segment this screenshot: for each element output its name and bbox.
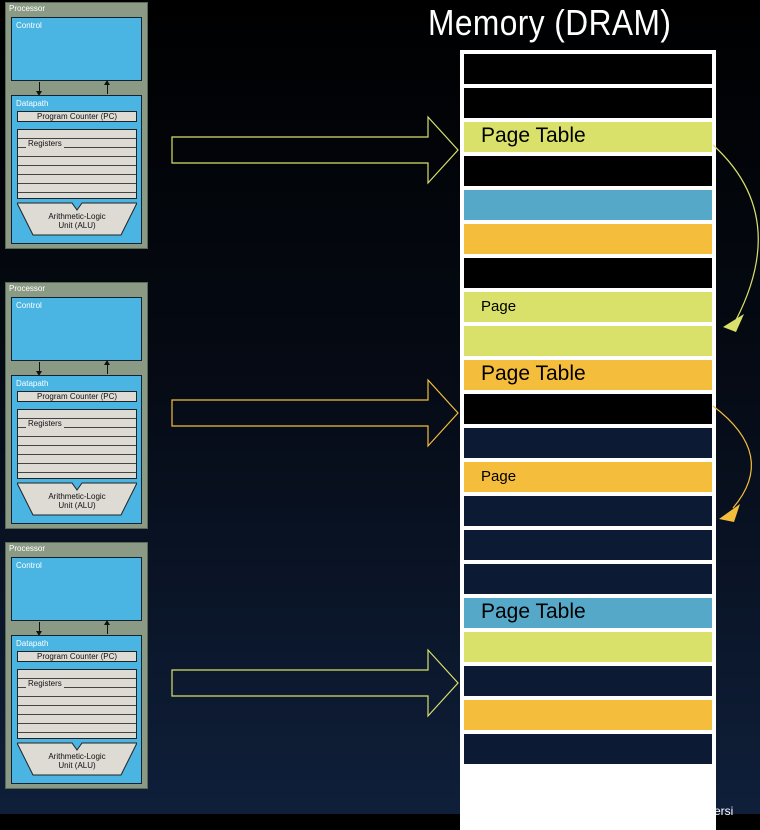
control-unit: Control <box>11 557 142 621</box>
alu-label: Arithmetic-Logic Unit (ALU) <box>17 752 137 770</box>
processor-diagram-3: Processor Control Datapath Program Count… <box>5 542 148 789</box>
memory-row <box>464 326 712 356</box>
alu-label-line2: Unit (ALU) <box>58 761 96 770</box>
memory-row <box>464 564 712 594</box>
processor-label: Processor <box>9 544 46 553</box>
memory-row: Page Table <box>464 122 712 152</box>
page-table-label: Page Table <box>481 600 586 623</box>
memory-row <box>464 666 712 696</box>
alu-label-line2: Unit (ALU) <box>58 221 96 230</box>
registers-block: Registers <box>17 669 137 739</box>
datapath-label: Datapath <box>16 379 49 388</box>
processor-label: Processor <box>9 284 46 293</box>
registers-label: Registers <box>26 679 64 688</box>
program-counter: Program Counter (PC) <box>17 111 137 122</box>
memory-row <box>464 258 712 288</box>
alu-block: Arithmetic-Logic Unit (ALU) <box>16 202 138 236</box>
memory-row <box>464 394 712 424</box>
down-arrow-icon <box>36 622 42 636</box>
memory-row <box>464 190 712 220</box>
registers-block: Registers <box>17 129 137 199</box>
up-arrow-icon <box>104 620 110 634</box>
alu-label-line1: Arithmetic-Logic <box>48 492 106 501</box>
memory-row <box>464 632 712 662</box>
arrowhead-icon <box>719 504 740 522</box>
corner-text: Persi <box>706 804 734 818</box>
memory-row <box>464 224 712 254</box>
alu-label-line2: Unit (ALU) <box>58 501 96 510</box>
hollow-arrow-icon <box>171 115 459 185</box>
alu-label-line1: Arithmetic-Logic <box>48 752 106 761</box>
memory-row: Page Table <box>464 598 712 628</box>
page-label: Page <box>481 298 517 315</box>
program-counter: Program Counter (PC) <box>17 651 137 662</box>
memory-row <box>464 496 712 526</box>
registers-label: Registers <box>26 139 64 148</box>
registers-label: Registers <box>26 419 64 428</box>
alu-block: Arithmetic-Logic Unit (ALU) <box>16 742 138 776</box>
alu-block: Arithmetic-Logic Unit (ALU) <box>16 482 138 516</box>
memory-row <box>464 54 712 84</box>
alu-label: Arithmetic-Logic Unit (ALU) <box>17 212 137 230</box>
memory-title: Memory (DRAM) <box>428 2 672 43</box>
curved-arrow-icon <box>712 144 759 321</box>
memory-row <box>464 700 712 730</box>
memory-row <box>464 428 712 458</box>
control-label: Control <box>16 21 42 30</box>
control-label: Control <box>16 301 42 310</box>
datapath-unit: Datapath Program Counter (PC) Registers … <box>11 635 142 784</box>
processor-diagram-1: Processor Control Datapath Program Count… <box>5 2 148 249</box>
datapath-label: Datapath <box>16 639 49 648</box>
curved-arrow-icon <box>712 405 753 509</box>
memory-row: Page <box>464 462 712 492</box>
down-arrow-icon <box>36 362 42 376</box>
alu-label-line1: Arithmetic-Logic <box>48 212 106 221</box>
control-unit: Control <box>11 17 142 81</box>
datapath-unit: Datapath Program Counter (PC) Registers … <box>11 375 142 524</box>
alu-label: Arithmetic-Logic Unit (ALU) <box>17 492 137 510</box>
up-arrow-icon <box>104 360 110 374</box>
memory-row: Page Table <box>464 360 712 390</box>
page-table-label: Page Table <box>481 124 586 147</box>
registers-block: Registers <box>17 409 137 479</box>
control-unit: Control <box>11 297 142 361</box>
processor-diagram-2: Processor Control Datapath Program Count… <box>5 282 148 529</box>
datapath-unit: Datapath Program Counter (PC) Registers … <box>11 95 142 244</box>
memory-row <box>464 156 712 186</box>
processor-label: Processor <box>9 4 46 13</box>
hollow-arrow-icon <box>171 378 459 448</box>
memory-row: Page <box>464 292 712 322</box>
hollow-arrow-icon <box>171 648 459 718</box>
memory-row <box>464 88 712 118</box>
datapath-label: Datapath <box>16 99 49 108</box>
control-label: Control <box>16 561 42 570</box>
memory-row <box>464 530 712 560</box>
down-arrow-icon <box>36 82 42 96</box>
page-table-label: Page Table <box>481 362 586 385</box>
memory-row <box>464 734 712 764</box>
memory-column: Page Table Page Page Table Page Page Table <box>460 50 716 830</box>
arrowhead-icon <box>723 314 744 332</box>
program-counter: Program Counter (PC) <box>17 391 137 402</box>
page-label: Page <box>481 468 517 485</box>
up-arrow-icon <box>104 80 110 94</box>
